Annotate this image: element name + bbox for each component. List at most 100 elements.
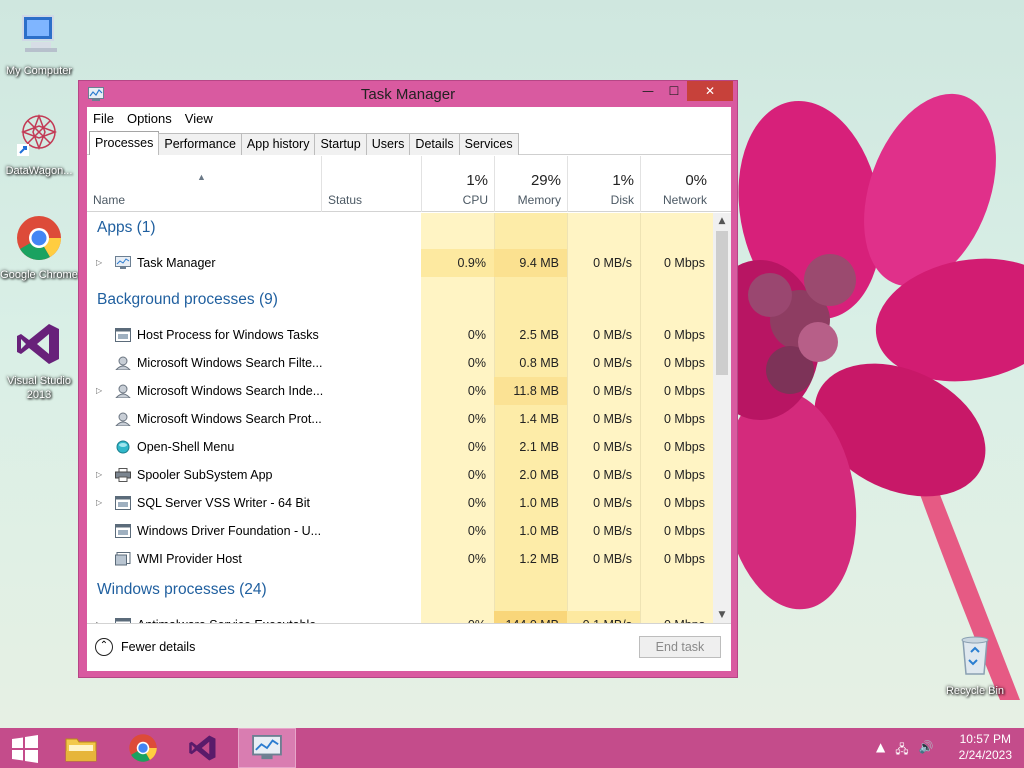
expand-arrow-icon[interactable]: ▷ [96,461,102,489]
visual-studio-icon [17,324,59,364]
start-button[interactable] [0,728,54,768]
taskbar-file-explorer[interactable] [54,728,108,768]
task-manager-icon [252,735,282,760]
vertical-scrollbar[interactable]: ▲ ▼ [713,213,731,623]
tab-processes[interactable]: Processes [89,131,160,155]
visual-studio-icon [189,735,216,761]
minimize-button[interactable]: — [635,81,661,101]
column-status[interactable]: Status [321,156,421,212]
expand-arrow-icon[interactable]: ▷ [96,489,102,517]
menu-view[interactable]: View [185,111,213,126]
expand-arrow-icon[interactable]: ▷ [96,611,102,623]
tab-users[interactable]: Users [365,133,411,155]
network-value: 0 Mbps [664,552,705,566]
tab-performance[interactable]: Performance [158,133,242,155]
cpu-value: 0.9% [421,249,494,277]
maximize-button[interactable]: ☐ [661,81,687,101]
task-manager-icon [115,256,131,269]
group-header-background[interactable]: Background processes (9) [87,285,713,315]
taskbar-chrome[interactable] [116,728,170,768]
window-client: File Options View Processes Performance … [87,107,731,671]
tab-strip: Processes Performance App history Startu… [87,131,731,155]
process-name: Windows Driver Foundation - U... [137,524,322,538]
memory-value: 144.0 MB [494,611,567,623]
expand-arrow-icon[interactable]: ▷ [96,249,102,277]
title-bar[interactable]: Task Manager — ☐ ✕ [79,81,737,107]
network-value: 0 Mbps [664,384,705,398]
disk-value: 0 MB/s [593,468,632,482]
column-memory[interactable]: 29% Memory [494,156,567,212]
table-row[interactable]: Open-Shell Menu 0% 2.1 MB 0 MB/s 0 Mbps [87,433,713,461]
group-title: Apps (1) [97,219,156,236]
close-button[interactable]: ✕ [687,81,733,101]
process-name: Microsoft Windows Search Inde... [137,384,324,398]
table-row[interactable]: Microsoft Windows Search Prot... 0% 1.4 … [87,405,713,433]
column-cpu[interactable]: 1% CPU [421,156,494,212]
network-icon[interactable]: 🖧 [895,740,908,761]
cpu-value: 0% [467,412,486,426]
table-row[interactable]: ▷ Spooler SubSystem App 0% 2.0 MB 0 MB/s… [87,461,713,489]
clock[interactable]: 10:57 PM 2/24/2023 [959,731,1012,763]
disk-value: 0 MB/s [593,256,632,270]
desk-icon-datawagon[interactable]: DataWagon... [0,110,78,178]
desk-icon-visual-studio[interactable]: Visual Studio 2013 [0,320,78,402]
group-header-windows[interactable]: Windows processes (24) [87,575,713,605]
menu-options[interactable]: Options [127,111,172,126]
cpu-value: 0% [467,384,486,398]
column-status-label: Status [328,193,363,207]
memory-value: 2.1 MB [519,440,559,454]
table-row[interactable]: WMI Provider Host 0% 1.2 MB 0 MB/s 0 Mbp… [87,545,713,573]
disk-value: 0 MB/s [593,328,632,342]
column-name[interactable]: ▲ Name [87,156,321,212]
scroll-up-icon[interactable]: ▲ [713,213,731,229]
open-shell-icon [116,440,130,454]
tab-details[interactable]: Details [409,133,460,155]
end-task-button[interactable]: End task [639,636,721,658]
table-row[interactable]: Host Process for Windows Tasks 0% 2.5 MB… [87,321,713,349]
tab-startup[interactable]: Startup [314,133,367,155]
clock-time: 10:57 PM [959,732,1011,746]
wmi-provider-icon [115,552,131,566]
column-memory-label: Memory [517,193,561,207]
memory-value: 1.0 MB [519,496,559,510]
column-disk[interactable]: 1% Disk [567,156,640,212]
expand-arrow-icon[interactable]: ▷ [96,377,102,405]
table-row[interactable]: Windows Driver Foundation - U... 0% 1.0 … [87,517,713,545]
show-hidden-icons-icon[interactable]: ▲ [876,740,885,761]
group-title: Background processes (9) [97,291,278,308]
fewer-details-button[interactable]: ⌃ Fewer details [95,638,195,656]
process-name: Microsoft Windows Search Prot... [137,412,322,426]
network-value: 0 Mbps [664,524,705,538]
windows-logo-icon [12,735,38,763]
datawagon-icon [17,113,58,156]
folder-icon [65,738,97,762]
tab-services[interactable]: Services [458,133,519,155]
disk-value: 0.1 MB/s [567,611,640,623]
process-name: Spooler SubSystem App [137,468,273,482]
table-row[interactable]: Microsoft Windows Search Filte... 0% 0.8… [87,349,713,377]
column-network[interactable]: 0% Network [640,156,713,212]
desk-icon-my-computer[interactable]: My Computer [0,10,78,78]
table-row[interactable]: ▷ SQL Server VSS Writer - 64 Bit 0% 1.0 … [87,489,713,517]
network-value: 0 Mbps [664,468,705,482]
window-process-icon [115,328,131,342]
scroll-thumb[interactable] [716,231,728,375]
scroll-down-icon[interactable]: ▼ [713,607,731,623]
disk-value: 0 MB/s [593,412,632,426]
table-row[interactable]: ▷ Antimalware Service Executable 0% 144.… [87,611,713,623]
process-list: Apps (1) ▷ Task Manager 0.9% 9.4 MB 0 MB… [87,213,713,623]
process-name: Antimalware Service Executable [137,611,316,623]
menu-file[interactable]: File [93,111,114,126]
desk-icon-recycle-bin[interactable]: Recycle Bin [936,630,1014,698]
volume-icon[interactable]: 🔊 [919,740,934,761]
taskbar-task-manager[interactable] [238,728,296,768]
taskbar-visual-studio[interactable] [176,728,230,768]
process-name: Open-Shell Menu [137,440,235,454]
menu-bar: File Options View [87,107,731,129]
table-row[interactable]: ▷ Microsoft Windows Search Inde... 0% 11… [87,377,713,405]
desk-icon-google-chrome[interactable]: Google Chrome [0,214,78,282]
tab-app-history[interactable]: App history [240,133,316,155]
clock-date: 2/24/2023 [958,748,1012,762]
table-row[interactable]: ▷ Task Manager 0.9% 9.4 MB 0 MB/s 0 Mbps [87,249,713,277]
group-header-apps[interactable]: Apps (1) [87,213,713,243]
